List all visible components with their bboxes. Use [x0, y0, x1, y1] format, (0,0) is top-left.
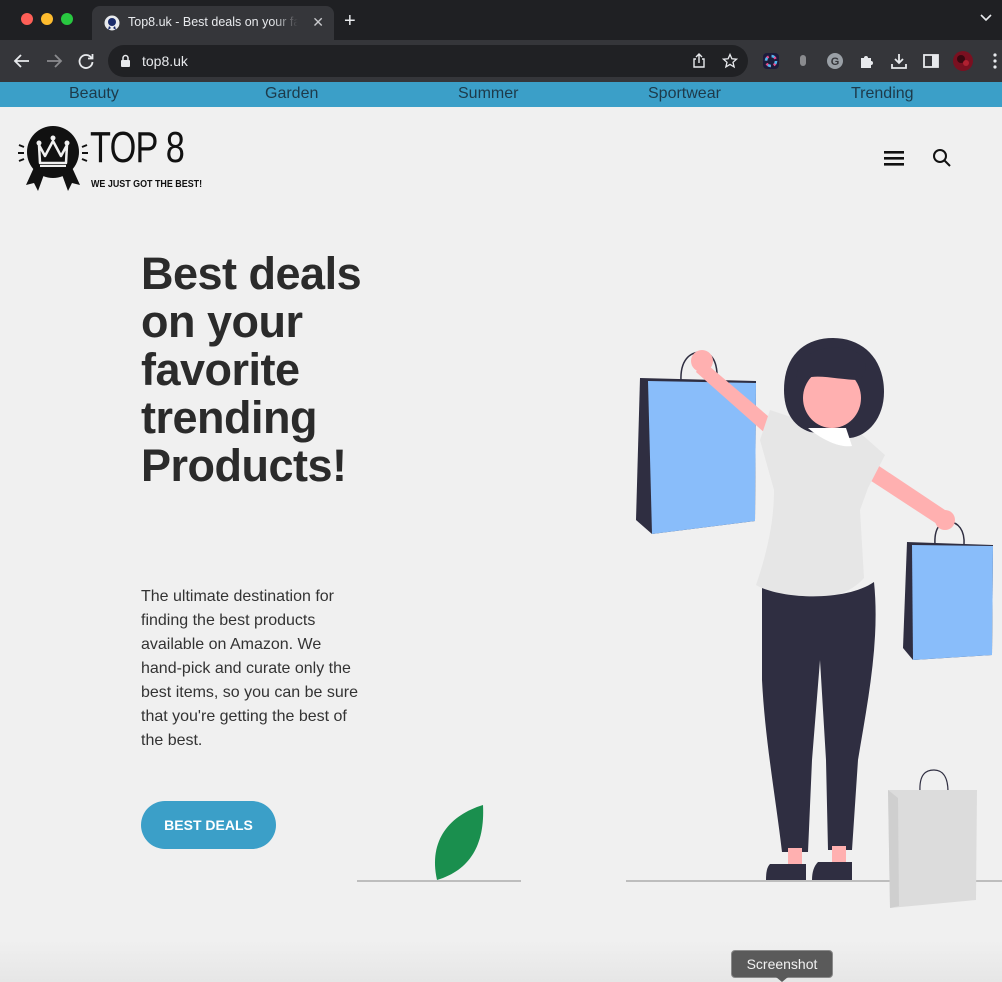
share-icon[interactable] — [691, 53, 707, 69]
profile-avatar-icon[interactable] — [953, 51, 973, 71]
address-bar[interactable]: top8.uk — [108, 45, 748, 77]
new-tab-button[interactable]: + — [344, 11, 356, 31]
category-link-trending[interactable]: Trending — [851, 85, 914, 103]
mouse-extension-icon[interactable] — [794, 52, 812, 70]
tab-search-chevron-icon[interactable] — [980, 14, 992, 22]
side-panel-icon[interactable] — [922, 52, 940, 70]
browser-toolbar: top8.uk G — [0, 40, 1002, 82]
browser-tab-strip: Top8.uk - Best deals on your favorite tr… — [0, 0, 1002, 40]
maximize-window-button[interactable] — [61, 13, 73, 25]
site-favicon-icon — [104, 15, 120, 31]
minimize-window-button[interactable] — [41, 13, 53, 25]
color-extension-icon[interactable] — [762, 52, 780, 70]
grammar-extension-icon[interactable]: G — [826, 52, 844, 70]
category-link-beauty[interactable]: Beauty — [69, 85, 119, 103]
lock-icon[interactable] — [120, 54, 131, 68]
logo-title[interactable]: TOP 8 — [90, 124, 185, 172]
category-link-summer[interactable]: Summer — [458, 85, 518, 103]
search-icon[interactable] — [932, 148, 952, 168]
category-nav: Beauty Garden Summer Sportwear Trending — [0, 82, 1002, 107]
screenshot-tooltip: Screenshot — [731, 950, 833, 978]
best-deals-button[interactable]: BEST DEALS — [141, 801, 276, 849]
download-icon[interactable] — [890, 52, 908, 70]
forward-arrow-icon[interactable] — [45, 52, 63, 70]
logo-tagline: WE JUST GOT THE BEST! — [91, 178, 203, 190]
back-arrow-icon[interactable] — [13, 52, 31, 70]
category-link-garden[interactable]: Garden — [265, 85, 318, 103]
hamburger-menu-icon[interactable] — [884, 149, 904, 167]
hero-description: The ultimate destination for finding the… — [141, 588, 358, 749]
tab-title: Top8.uk - Best deals on your favorite tr… — [128, 15, 298, 29]
url-text[interactable]: top8.uk — [142, 53, 188, 69]
tooltip-arrow — [776, 977, 788, 982]
browser-tab[interactable]: Top8.uk - Best deals on your favorite tr… — [92, 6, 334, 40]
category-link-sportwear[interactable]: Sportwear — [648, 85, 721, 103]
tab-close-icon[interactable]: ✕ — [312, 14, 324, 30]
puzzle-extensions-icon[interactable] — [858, 52, 876, 70]
page-bottom-fade — [0, 940, 1002, 982]
close-window-button[interactable] — [21, 13, 33, 25]
svg-text:G: G — [831, 56, 840, 68]
browser-menu-icon[interactable] — [990, 52, 1000, 70]
reload-icon[interactable] — [77, 52, 95, 70]
shopping-woman-illustration — [357, 338, 1002, 908]
bookmark-star-icon[interactable] — [722, 53, 738, 69]
